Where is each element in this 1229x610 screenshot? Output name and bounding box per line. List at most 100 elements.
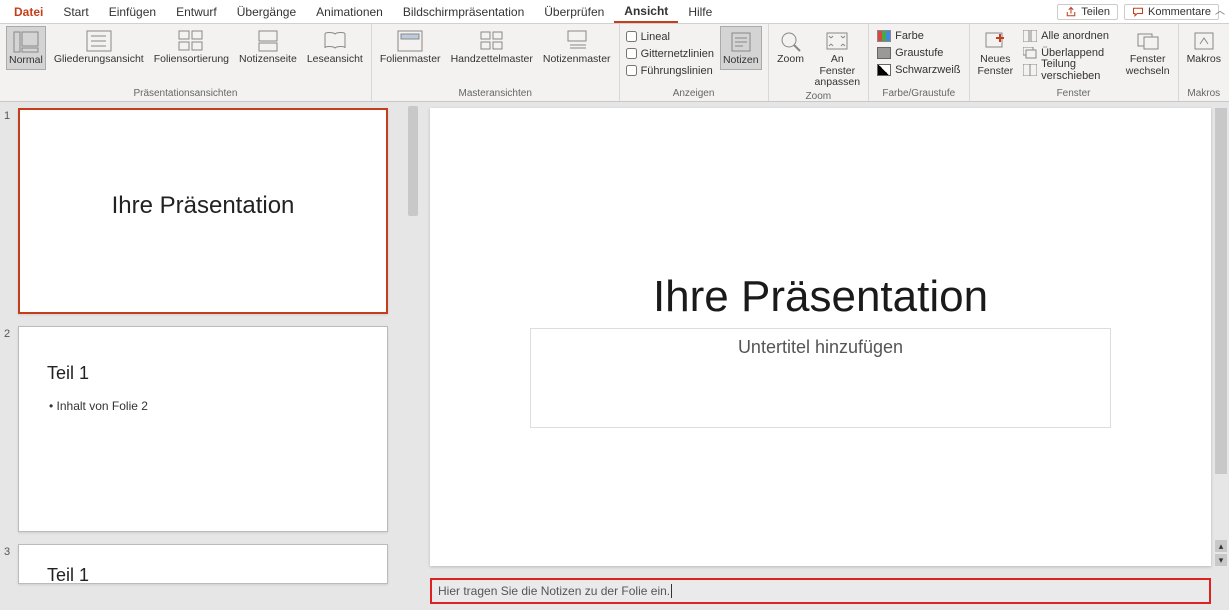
slide-master-button[interactable]: Folienmaster bbox=[378, 26, 443, 68]
thumbnail-row-1[interactable]: 1 Ihre Präsentation bbox=[0, 102, 420, 320]
gridlines-checkbox[interactable] bbox=[626, 48, 637, 59]
zoom-icon bbox=[779, 30, 803, 52]
share-label: Teilen bbox=[1081, 6, 1110, 18]
thumbnail-row-3[interactable]: 3 Teil 1 bbox=[0, 538, 420, 590]
group-macros-label: Makros bbox=[1187, 88, 1220, 101]
thumbnail-number: 3 bbox=[4, 544, 18, 584]
move-split-label: Teilung verschieben bbox=[1041, 58, 1116, 82]
thumbnail-number: 2 bbox=[4, 326, 18, 532]
notes-master-label: Notizenmaster bbox=[543, 54, 611, 66]
tab-entwurf[interactable]: Entwurf bbox=[166, 2, 227, 22]
tab-start[interactable]: Start bbox=[53, 2, 98, 22]
notes-input[interactable]: Hier tragen Sie die Notizen zu der Folie… bbox=[430, 578, 1211, 604]
notes-placeholder-text: Hier tragen Sie die Notizen zu der Folie… bbox=[438, 584, 670, 598]
scroll-next-icon[interactable]: ▾ bbox=[1215, 554, 1227, 566]
switch-window-icon bbox=[1136, 30, 1160, 52]
guides-checkbox-row[interactable]: Führungslinien bbox=[626, 62, 714, 79]
thumbnail-row-2[interactable]: 2 Teil 1 • Inhalt von Folie 2 bbox=[0, 320, 420, 538]
group-presentation-views-label: Präsentationsansichten bbox=[133, 88, 237, 101]
thumbnail-scrollbar[interactable] bbox=[408, 106, 418, 216]
thumbnail-slide-3[interactable]: Teil 1 bbox=[18, 544, 388, 584]
tab-hilfe[interactable]: Hilfe bbox=[678, 2, 722, 22]
tab-animationen[interactable]: Animationen bbox=[306, 2, 393, 22]
outline-view-button[interactable]: Gliederungsansicht bbox=[52, 26, 146, 68]
reading-view-button[interactable]: Leseansicht bbox=[305, 26, 365, 68]
new-window-button[interactable]: Neues Fenster bbox=[976, 26, 1016, 79]
scroll-prev-icon[interactable]: ▴ bbox=[1215, 540, 1227, 552]
guides-label: Führungslinien bbox=[641, 65, 713, 77]
gridlines-label: Gitternetzlinien bbox=[641, 48, 714, 60]
menubar: Datei Start Einfügen Entwurf Übergänge A… bbox=[0, 0, 1229, 24]
bw-mode-label: Schwarzweiß bbox=[895, 64, 960, 76]
text-cursor bbox=[671, 584, 672, 598]
macros-icon bbox=[1192, 30, 1216, 52]
tab-ueberpruefen[interactable]: Überprüfen bbox=[534, 2, 614, 22]
thumbnail-title: Teil 1 bbox=[47, 565, 89, 584]
slide-sorter-button[interactable]: Foliensortierung bbox=[152, 26, 231, 68]
fit-window-button[interactable]: An Fenster anpassen bbox=[813, 26, 863, 91]
gray-swatch-icon bbox=[877, 47, 891, 59]
tab-uebergaenge[interactable]: Übergänge bbox=[227, 2, 306, 22]
color-mode-button[interactable]: Farbe bbox=[875, 27, 962, 44]
normal-view-button[interactable]: Normal bbox=[6, 26, 46, 70]
handout-master-label: Handzettelmaster bbox=[451, 54, 533, 66]
group-macros: Makros Makros bbox=[1179, 24, 1229, 101]
zoom-label: Zoom bbox=[777, 54, 804, 66]
reading-view-icon bbox=[322, 30, 348, 52]
color-swatch-icon bbox=[877, 30, 891, 42]
share-icon bbox=[1065, 6, 1077, 18]
bw-swatch-icon bbox=[877, 64, 891, 76]
tab-einfuegen[interactable]: Einfügen bbox=[99, 2, 166, 22]
workspace: 1 Ihre Präsentation 2 Teil 1 • Inhalt vo… bbox=[0, 102, 1229, 610]
notes-page-icon bbox=[255, 30, 281, 52]
gridlines-checkbox-row[interactable]: Gitternetzlinien bbox=[626, 45, 714, 62]
slide-canvas[interactable]: Ihre Präsentation Untertitel hinzufügen bbox=[430, 108, 1211, 566]
grayscale-mode-label: Graustufe bbox=[895, 47, 943, 59]
guides-checkbox[interactable] bbox=[626, 65, 637, 76]
grayscale-mode-button[interactable]: Graustufe bbox=[875, 44, 962, 61]
thumbnail-pane[interactable]: 1 Ihre Präsentation 2 Teil 1 • Inhalt vo… bbox=[0, 102, 420, 610]
slide-subtitle-placeholder[interactable]: Untertitel hinzufügen bbox=[530, 328, 1111, 428]
slide-master-icon bbox=[397, 30, 423, 52]
slide-sorter-icon bbox=[178, 30, 204, 52]
thumbnail-slide-2[interactable]: Teil 1 • Inhalt von Folie 2 bbox=[18, 326, 388, 532]
ruler-checkbox-row[interactable]: Lineal bbox=[626, 28, 714, 45]
notes-page-button[interactable]: Notizenseite bbox=[237, 26, 299, 68]
ruler-checkbox[interactable] bbox=[626, 31, 637, 42]
handout-master-button[interactable]: Handzettelmaster bbox=[449, 26, 535, 68]
slide-title-placeholder[interactable]: Ihre Präsentation bbox=[430, 272, 1211, 322]
macros-button[interactable]: Makros bbox=[1185, 26, 1223, 68]
tab-datei[interactable]: Datei bbox=[4, 2, 53, 22]
group-presentation-views: Normal Gliederungsansicht Foliensortieru… bbox=[0, 24, 372, 101]
scrollbar-thumb[interactable] bbox=[1215, 108, 1227, 474]
color-mode-label: Farbe bbox=[895, 30, 924, 42]
collapse-ribbon-icon[interactable]: ︿ bbox=[1215, 2, 1225, 17]
ribbon: ︿ Normal Gliederungsansicht Foliensortie… bbox=[0, 24, 1229, 102]
switch-window-button[interactable]: Fenster wechseln bbox=[1124, 26, 1172, 79]
thumbnail-number: 1 bbox=[4, 108, 18, 314]
fit r-window-label: An Fenster anpassen bbox=[815, 54, 861, 89]
tab-ansicht[interactable]: Ansicht bbox=[614, 1, 678, 23]
group-master-views: Folienmaster Handzettelmaster Notizenmas… bbox=[372, 24, 620, 101]
share-button[interactable]: Teilen bbox=[1057, 4, 1118, 20]
editor-scrollbar[interactable]: ▴ ▾ bbox=[1215, 108, 1227, 566]
outline-view-label: Gliederungsansicht bbox=[54, 54, 144, 66]
thumbnail-slide-1[interactable]: Ihre Präsentation bbox=[18, 108, 388, 314]
notes-master-button[interactable]: Notizenmaster bbox=[541, 26, 613, 68]
zoom-button[interactable]: Zoom bbox=[775, 26, 807, 68]
group-show: Lineal Gitternetzlinien Führungslinien N… bbox=[620, 24, 769, 101]
comments-button[interactable]: Kommentare bbox=[1124, 4, 1219, 20]
tab-bildschirmpraesentation[interactable]: Bildschirmpräsentation bbox=[393, 2, 534, 22]
notes-page-label: Notizenseite bbox=[239, 54, 297, 66]
slide-master-label: Folienmaster bbox=[380, 54, 441, 66]
arrange-all-button[interactable]: Alle anordnen bbox=[1021, 27, 1118, 44]
group-window: Neues Fenster Alle anordnen Überlappend … bbox=[970, 24, 1179, 101]
handout-master-icon bbox=[479, 30, 505, 52]
outline-view-icon bbox=[86, 30, 112, 52]
move-split-button[interactable]: Teilung verschieben bbox=[1021, 61, 1118, 78]
bw-mode-button[interactable]: Schwarzweiß bbox=[875, 61, 962, 78]
notes-toggle-button[interactable]: Notizen bbox=[720, 26, 762, 70]
slide-sorter-label: Foliensortierung bbox=[154, 54, 229, 66]
comment-icon bbox=[1132, 6, 1144, 18]
new-window-label: Neues Fenster bbox=[978, 54, 1014, 77]
